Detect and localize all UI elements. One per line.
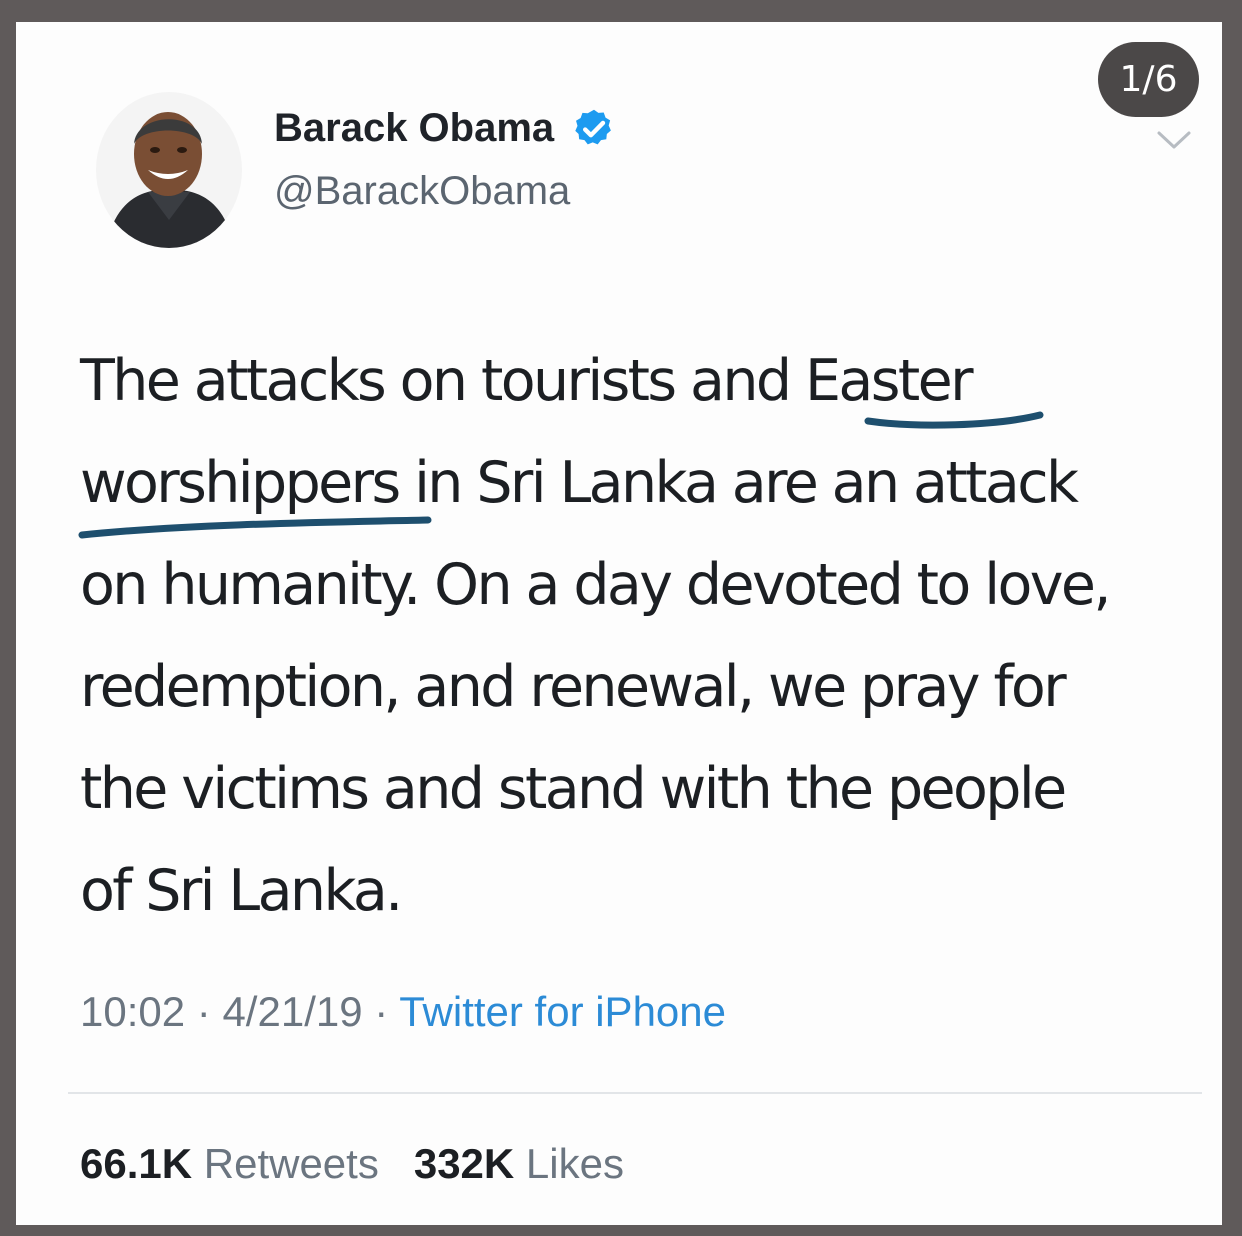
profile-photo-icon [96,92,242,248]
tweet-source-link[interactable]: Twitter for iPhone [399,988,726,1035]
likes-count: 332K [413,1140,515,1187]
tweet-line: on humanity. On a day devoted to love, [80,552,1111,618]
divider [68,1092,1202,1094]
tweet-line: the victims and stand with the people [80,756,1067,822]
chevron-down-icon[interactable] [1156,128,1192,152]
display-name-text: Barack Obama [274,106,555,150]
meta-separator: · [374,988,389,1035]
user-handle[interactable]: @BarackObama [274,169,570,214]
verified-badge-icon [572,107,616,151]
meta-separator: · [196,988,211,1035]
avatar[interactable] [96,92,242,248]
tweet-stats: 66.1K Retweets 332K Likes [80,1140,624,1188]
page-indicator: 1/6 [1098,42,1199,117]
retweets-label: Retweets [203,1140,379,1187]
tweet-date: 4/21/19 [222,988,363,1035]
tweet-line: worshippers in Sri Lanka are an attack [80,450,1079,516]
retweets-count: 66.1K [80,1140,193,1187]
tweet-time: 10:02 [80,988,186,1035]
retweets-stat[interactable]: 66.1K Retweets [80,1140,379,1187]
tweet-card: Barack Obama @BarackObama 1/6 The attack… [16,22,1222,1225]
tweet-text: The attacks on tourists and Easter worsh… [80,330,1210,942]
tweet-line: of Sri Lanka. [80,858,403,924]
likes-label: Likes [525,1140,624,1187]
tweet-meta: 10:02 · 4/21/19 · Twitter for iPhone [80,988,726,1036]
display-name[interactable]: Barack Obama [274,106,616,151]
likes-stat[interactable]: 332K Likes [414,1140,624,1187]
tweet-line: redemption, and renewal, we pray for [80,654,1067,720]
tweet-line: The attacks on tourists and Easter [80,348,974,414]
